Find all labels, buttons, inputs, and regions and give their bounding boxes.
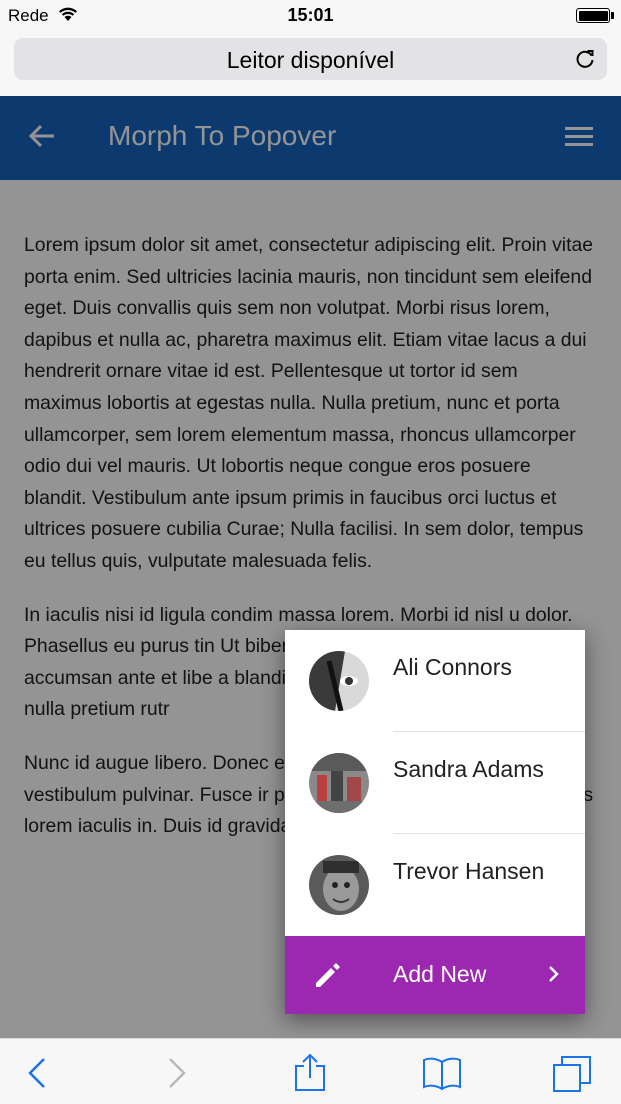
add-new-button[interactable]: Add New xyxy=(285,936,585,1014)
share-icon[interactable] xyxy=(290,1053,330,1093)
address-field[interactable]: Leitor disponível xyxy=(14,38,607,80)
status-time: 15:01 xyxy=(287,5,334,25)
avatar xyxy=(309,753,369,813)
avatar xyxy=(309,855,369,915)
tabs-icon[interactable] xyxy=(552,1053,592,1093)
status-bar: Rede 15:01 xyxy=(0,0,621,32)
battery-icon xyxy=(576,8,610,23)
people-popover: Ali Connors Sandra Adams Trevor Hansen A… xyxy=(285,630,585,1014)
pencil-icon xyxy=(316,963,340,987)
safari-toolbar xyxy=(0,1038,621,1104)
reload-icon[interactable] xyxy=(574,48,596,70)
safari-address-bar: Leitor disponível xyxy=(0,32,621,96)
person-name: Trevor Hansen xyxy=(393,858,545,884)
person-name: Sandra Adams xyxy=(393,756,544,782)
avatar xyxy=(309,651,369,711)
address-text: Leitor disponível xyxy=(226,47,395,73)
safari-forward-icon[interactable] xyxy=(156,1053,196,1093)
list-item[interactable]: Ali Connors xyxy=(285,630,585,732)
battery-tip xyxy=(611,12,614,19)
list-item[interactable]: Trevor Hansen xyxy=(285,834,585,936)
chevron-right-icon xyxy=(549,966,559,982)
list-item[interactable]: Sandra Adams xyxy=(285,732,585,834)
person-name: Ali Connors xyxy=(393,654,512,680)
bookmarks-icon[interactable] xyxy=(422,1053,462,1093)
add-new-label: Add New xyxy=(393,961,487,987)
safari-back-icon[interactable] xyxy=(18,1053,58,1093)
